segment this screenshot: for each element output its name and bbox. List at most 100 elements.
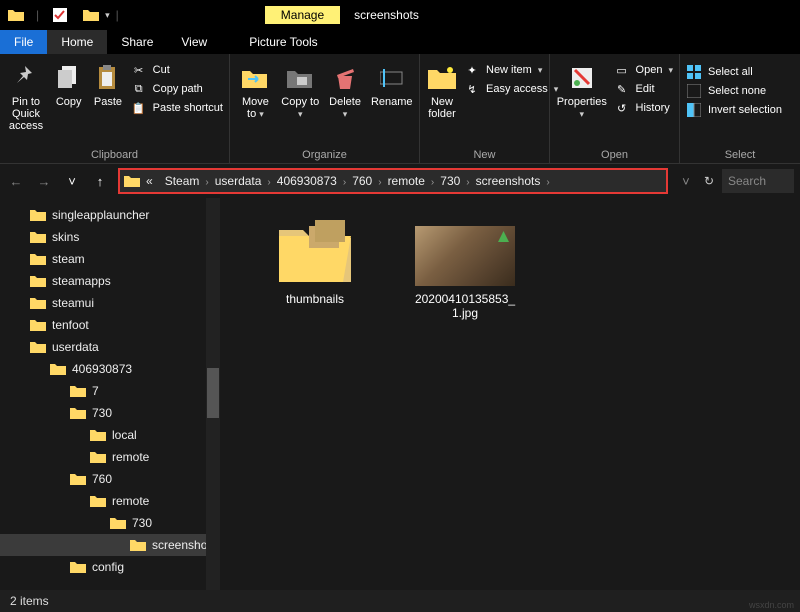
invert-selection-icon [686, 102, 702, 118]
quick-access-folder-icon[interactable] [83, 8, 105, 22]
group-label: New [426, 147, 543, 161]
tree-scrollbar[interactable] [206, 198, 220, 590]
new-folder-button[interactable]: New folder [426, 58, 458, 120]
tree-item[interactable]: 7 [0, 380, 220, 402]
tree-item[interactable]: 760 [0, 468, 220, 490]
pin-to-quick-access-button[interactable]: Pin to Quick access [6, 58, 46, 132]
rename-button[interactable]: Rename [370, 58, 413, 108]
refresh-button[interactable]: ↻ [704, 174, 714, 188]
tree-item[interactable]: userdata [0, 336, 220, 358]
nav-up-button[interactable]: ↑ [90, 174, 110, 189]
copy-to-button[interactable]: Copy to ▾ [281, 58, 320, 120]
easy-access-button[interactable]: ↯Easy access ▾ [464, 81, 558, 97]
select-all-icon [686, 64, 702, 80]
group-label: Organize [236, 147, 413, 161]
properties-icon [566, 62, 598, 94]
tree-item[interactable]: remote [0, 446, 220, 468]
scrollbar-thumb[interactable] [207, 368, 219, 418]
breadcrumb-segment[interactable]: userdata [209, 174, 268, 188]
image-item-screenshot[interactable]: 20200410135853_1.jpg [410, 216, 520, 320]
ribbon-group-clipboard: Pin to Quick access Copy Paste ✂Cut ⧉Cop… [0, 54, 230, 163]
easy-access-icon: ↯ [464, 81, 480, 97]
ribbon: Pin to Quick access Copy Paste ✂Cut ⧉Cop… [0, 54, 800, 164]
open-button[interactable]: ▭Open ▾ [614, 62, 673, 78]
ribbon-group-open: Properties ▾ ▭Open ▾ ✎Edit ↺History Open [550, 54, 680, 163]
menu-share[interactable]: Share [107, 30, 167, 54]
folder-icon [30, 340, 46, 354]
address-dropdown-icon[interactable]: ˅ [676, 174, 696, 189]
ribbon-group-new: New folder ✦New item ▾ ↯Easy access ▾ Ne… [420, 54, 550, 163]
invert-selection-button[interactable]: Invert selection [686, 102, 782, 118]
tree-item-label: 760 [92, 472, 112, 486]
tree-item[interactable]: steamapps [0, 270, 220, 292]
menu-home[interactable]: Home [47, 30, 107, 54]
folder-icon [50, 362, 66, 376]
breadcrumb-segment[interactable]: Steam [159, 174, 206, 188]
tree-item[interactable]: skins [0, 226, 220, 248]
quick-access-checkbox-icon[interactable] [53, 8, 75, 22]
tree-item[interactable]: singleapplauncher [0, 204, 220, 226]
folder-icon [30, 230, 46, 244]
tree-item[interactable]: steam [0, 248, 220, 270]
tree-item[interactable]: 730 [0, 512, 220, 534]
rename-icon [376, 62, 408, 94]
history-button[interactable]: ↺History [614, 100, 673, 116]
menu-picture-tools[interactable]: Picture Tools [235, 30, 331, 54]
breadcrumb-segment[interactable]: 406930873 [271, 174, 343, 188]
menu-file[interactable]: File [0, 30, 47, 54]
paste-icon [92, 62, 124, 94]
edit-button[interactable]: ✎Edit [614, 81, 673, 97]
tree-item[interactable]: tenfoot [0, 314, 220, 336]
breadcrumb-segment[interactable]: 760 [346, 174, 378, 188]
nav-forward-button[interactable]: → [34, 174, 54, 189]
tree-item[interactable]: steamui [0, 292, 220, 314]
cut-button[interactable]: ✂Cut [131, 62, 223, 78]
delete-button[interactable]: Delete ▾ [326, 58, 365, 120]
breadcrumb-segment[interactable]: screenshots [470, 174, 547, 188]
breadcrumb-bar[interactable]: « Steam›userdata›406930873›760›remote›73… [118, 168, 668, 194]
search-input[interactable]: Search scre [722, 169, 794, 193]
main-area: singleapplauncher skins steam steamappsstea… [0, 198, 800, 590]
tree-item-label: singleapplauncher [52, 208, 149, 222]
select-none-button[interactable]: Select none [686, 83, 782, 99]
folder-icon [124, 174, 140, 188]
contextual-tab-manage[interactable]: Manage [265, 6, 340, 24]
new-item-button[interactable]: ✦New item ▾ [464, 62, 558, 78]
group-label: Clipboard [6, 147, 223, 161]
tree-item[interactable]: 406930873 [0, 358, 220, 380]
folder-icon [90, 428, 106, 442]
tree-item-label: steam [52, 252, 85, 266]
tree-item[interactable]: remote [0, 490, 220, 512]
nav-recent-dropdown[interactable]: ˅ [62, 174, 82, 189]
content-pane[interactable]: thumbnails 20200410135853_1.jpg [220, 198, 800, 590]
tree-item[interactable]: 730 [0, 402, 220, 424]
properties-button[interactable]: Properties ▾ [556, 58, 608, 120]
menu-bar: File Home Share View Picture Tools [0, 30, 800, 54]
navigation-tree[interactable]: singleapplauncher skins steam steamappsstea… [0, 198, 220, 590]
tree-item[interactable]: screenshots [0, 534, 220, 556]
tree-item-label: 406930873 [72, 362, 132, 376]
tree-item[interactable]: local [0, 424, 220, 446]
delete-icon [329, 62, 361, 94]
quick-access-dropdown-icon[interactable]: ▾ [105, 10, 110, 21]
nav-back-button[interactable]: ← [6, 174, 26, 189]
group-label: Open [556, 147, 673, 161]
menu-view[interactable]: View [167, 30, 221, 54]
edit-icon: ✎ [614, 81, 630, 97]
folder-icon [70, 384, 86, 398]
tree-item[interactable]: config [0, 556, 220, 578]
folder-item-thumbnails[interactable]: thumbnails [260, 216, 370, 306]
select-all-button[interactable]: Select all [686, 64, 782, 80]
copy-button[interactable]: Copy [52, 58, 85, 108]
tree-item-label: 730 [132, 516, 152, 530]
paste-button[interactable]: Paste [91, 58, 124, 108]
new-item-icon: ✦ [464, 62, 480, 78]
breadcrumb-segment[interactable]: remote [382, 174, 431, 188]
copy-path-icon: ⧉ [131, 81, 147, 97]
item-label: 20200410135853_1.jpg [410, 292, 520, 320]
move-to-button[interactable]: Move to ▾ [236, 58, 275, 120]
breadcrumb-segment[interactable]: 730 [434, 174, 466, 188]
folder-icon [30, 252, 46, 266]
copy-path-button[interactable]: ⧉Copy path [131, 81, 223, 97]
paste-shortcut-button[interactable]: 📋Paste shortcut [131, 100, 223, 116]
